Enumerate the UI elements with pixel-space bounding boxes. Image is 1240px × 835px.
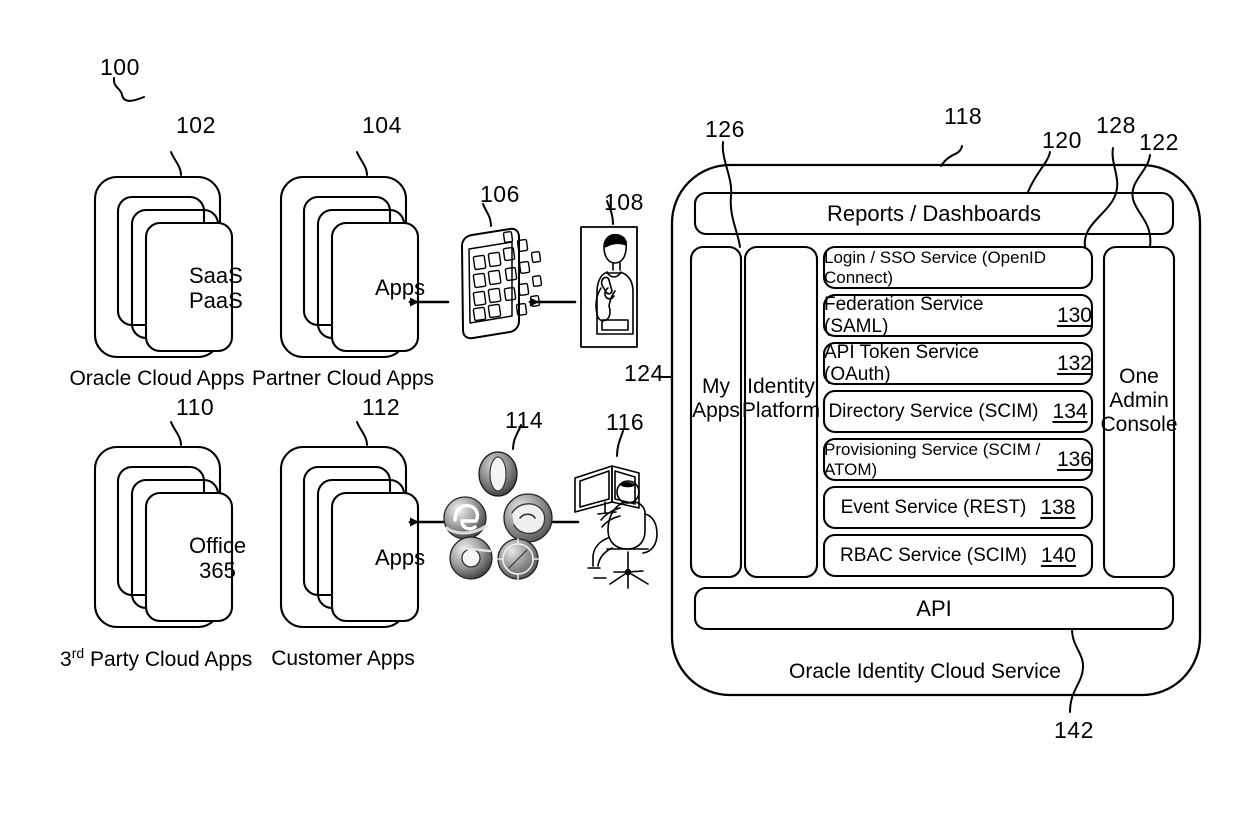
mobile-phone-apps-icon	[461, 203, 543, 340]
identity-platform-label[interactable]: Identity Platform	[742, 375, 820, 423]
app-card-line1: Apps	[375, 545, 426, 570]
identity-platform-line2: Platform	[741, 399, 821, 423]
oracle-identity-cloud-service-label: Oracle Identity Cloud Service	[789, 660, 1061, 683]
ref-122: 122	[1139, 129, 1179, 155]
app-card-line2: PaaS	[189, 287, 243, 313]
my-apps-line2: Apps	[692, 399, 740, 423]
leader-112	[356, 421, 368, 446]
service-row-directory[interactable]: Directory Service (SCIM) 134	[824, 391, 1092, 432]
service-label: API Token Service (OAuth)	[824, 341, 979, 385]
ref-104: 104	[362, 112, 402, 138]
group-label-partner-cloud-apps: Partner Cloud Apps	[251, 367, 435, 390]
ref-128: 128	[1096, 112, 1136, 138]
ref-126: 126	[705, 116, 745, 142]
browser-logos-icon	[443, 424, 553, 580]
leader-104	[356, 151, 368, 176]
app-card-label-office-365: Office 365	[189, 533, 247, 583]
service-row-login-sso[interactable]: Login / SSO Service (OpenID Connect)	[824, 247, 1092, 288]
service-row-provisioning[interactable]: Provisioning Service (SCIM / ATOM) 136	[824, 439, 1092, 480]
app-group-third-party-cloud-apps	[93, 421, 234, 629]
app-card-line1: SaaS	[189, 263, 243, 288]
ref-116: 116	[606, 409, 645, 435]
service-label: Event Service (REST)	[840, 496, 1027, 518]
service-label: Provisioning Service (SCIM / ATOM)	[824, 439, 1041, 479]
leader-102	[170, 151, 182, 176]
service-row-event[interactable]: Event Service (REST) 138	[824, 487, 1092, 528]
service-row-federation[interactable]: Federation Service (SAML) 130	[824, 293, 1092, 337]
group-label-oracle-cloud-apps: Oracle Cloud Apps	[69, 367, 245, 390]
ref-108: 108	[604, 189, 644, 215]
app-group-customer-apps	[279, 421, 420, 629]
service-ref-number: 130	[1056, 303, 1092, 327]
ref-120: 120	[1042, 127, 1082, 153]
service-label: RBAC Service (SCIM)	[840, 544, 1027, 566]
leader-110	[170, 421, 182, 446]
firefox-browser-icon	[503, 493, 553, 543]
internet-explorer-browser-icon	[443, 496, 488, 540]
leader-100	[112, 77, 145, 102]
app-card-label-saas-paas: SaaS PaaS	[189, 263, 243, 313]
reports-dashboards-label[interactable]: Reports / Dashboards	[827, 203, 1041, 225]
leader-106	[482, 203, 492, 227]
service-ref-number: 140	[1040, 543, 1076, 567]
app-group-partner-cloud-apps	[279, 151, 420, 359]
service-row-rbac[interactable]: RBAC Service (SCIM) 140	[824, 535, 1092, 576]
patent-figure: 100 102 104 110 112 106 108 114 116 118 …	[0, 0, 1240, 835]
group-label-prefix: 3	[60, 648, 72, 671]
my-apps-label[interactable]: My Apps	[692, 375, 740, 423]
one-admin-console-line2: Admin	[1109, 389, 1169, 413]
identity-platform-line1: Identity	[747, 375, 815, 398]
ref-142: 142	[1054, 717, 1094, 743]
ref-118: 118	[944, 103, 983, 129]
ref-114: 114	[505, 407, 544, 433]
group-label-main: Party Cloud Apps	[89, 648, 253, 671]
person-at-desktop-icon	[574, 465, 658, 589]
service-ref-number: 136	[1056, 447, 1092, 471]
service-ref-number: 132	[1056, 351, 1092, 375]
one-admin-console-label[interactable]: One Admin Console	[1100, 365, 1177, 437]
app-card-line2: 365	[199, 557, 236, 583]
group-label-superscript: rd	[71, 645, 85, 661]
safari-browser-icon	[497, 538, 539, 580]
my-apps-line1: My	[702, 375, 730, 398]
chrome-browser-icon	[449, 536, 493, 580]
one-admin-console-line1: One	[1119, 365, 1159, 388]
ref-102: 102	[176, 112, 216, 138]
service-label: Federation Service (SAML)	[824, 293, 984, 337]
ref-112: 112	[362, 394, 401, 420]
leader-120	[1027, 151, 1051, 193]
service-row-api-token[interactable]: API Token Service (OAuth) 132	[824, 341, 1092, 385]
app-card-line1: Office	[189, 533, 247, 558]
group-label-customer-apps: Customer Apps	[271, 647, 415, 670]
ref-110: 110	[176, 394, 215, 420]
ref-100: 100	[100, 54, 140, 80]
service-label: Login / SSO Service (OpenID Connect)	[824, 247, 1047, 287]
api-bar-label[interactable]: API	[916, 598, 951, 620]
leader-118	[940, 145, 963, 167]
service-ref-number: 138	[1040, 495, 1076, 519]
service-ref-number: 134	[1052, 399, 1088, 423]
app-card-label-partner-apps: Apps	[375, 275, 426, 301]
service-label: Directory Service (SCIM)	[828, 400, 1039, 422]
group-label-third-party-cloud-apps: 3rd Party Cloud Apps	[60, 646, 252, 670]
leader-142	[1069, 628, 1085, 713]
opera-browser-icon	[478, 451, 518, 497]
ref-106: 106	[480, 181, 520, 207]
app-card-line1: Apps	[375, 275, 426, 300]
one-admin-console-line3: Console	[1100, 413, 1178, 437]
ref-124: 124	[624, 360, 664, 386]
app-group-oracle-cloud-apps	[93, 151, 234, 359]
person-with-phone-icon	[580, 200, 638, 348]
leader-128	[1083, 147, 1119, 248]
app-card-label-customer-apps: Apps	[375, 545, 426, 571]
leader-126	[721, 141, 741, 248]
